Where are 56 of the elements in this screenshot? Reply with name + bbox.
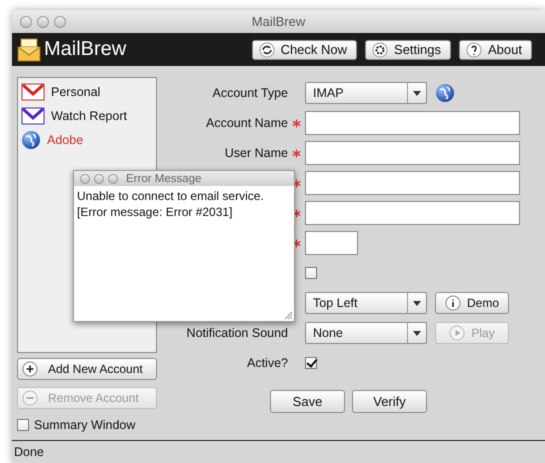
envelope-icon [21,106,45,126]
plus-icon [22,361,38,377]
toolbar-button[interactable]: Check Now [252,40,358,60]
required-asterisk-icon [292,118,301,128]
refresh-icon [258,42,275,58]
dropdown-arrow-icon [413,90,421,96]
input-field[interactable] [305,231,358,255]
app-name: MailBrew [44,38,126,61]
field-label: User Name [224,146,288,160]
dropdown[interactable]: None [305,322,427,344]
required-asterisk-icon [292,208,301,218]
window-title: MailBrew [252,14,306,29]
input-field[interactable] [305,111,520,135]
gear-icon [372,42,388,58]
envelope-logo-icon [16,36,42,62]
toolbar-button[interactable]: About [459,40,532,60]
dropdown-arrow-icon [413,330,421,336]
dropdown[interactable]: Top Left [305,292,427,314]
dialog-title: Error Message [126,172,202,184]
error-text: [Error message: Error #2031] [77,204,234,220]
field-label: Account Name [206,116,288,130]
account-item[interactable]: Adobe [47,133,84,147]
account-item[interactable]: Personal [51,85,100,99]
action-button[interactable]: Save [270,390,345,413]
checkbox-label: Summary Window [34,418,136,432]
info-icon [444,295,461,311]
add-account-button[interactable]: Add New Account [17,358,157,380]
field-label: Notification Sound [186,326,288,340]
toolbar-button[interactable]: Settings [365,40,452,60]
demo-button[interactable]: Demo [435,292,509,314]
window-control-button[interactable] [54,16,66,28]
window-control-button[interactable] [37,16,49,28]
checkbox[interactable] [17,419,29,431]
window-control-button[interactable] [20,16,32,28]
required-asterisk-icon [292,178,301,188]
action-button[interactable]: Verify [352,390,427,413]
gmail-envelope-icon [21,82,45,102]
required-asterisk-icon [292,148,301,158]
globe-icon [435,83,455,103]
checkbox[interactable] [305,357,317,369]
field-label: Active? [247,356,288,370]
dropdown[interactable]: IMAP [305,82,427,104]
status-text: Done [14,445,44,459]
dropdown-arrow-icon [413,300,421,306]
play-icon [449,325,466,341]
required-asterisk-icon [292,238,301,248]
field-label: Account Type [212,86,288,100]
minus-icon [22,390,38,406]
globe-icon [21,130,41,150]
help-icon [466,42,482,58]
input-field[interactable] [305,201,520,225]
checkbox[interactable] [305,267,317,279]
input-field[interactable] [305,171,520,195]
error-text: Unable to connect to email service. [77,188,265,204]
account-item[interactable]: Watch Report [51,109,127,123]
input-field[interactable] [305,141,520,165]
